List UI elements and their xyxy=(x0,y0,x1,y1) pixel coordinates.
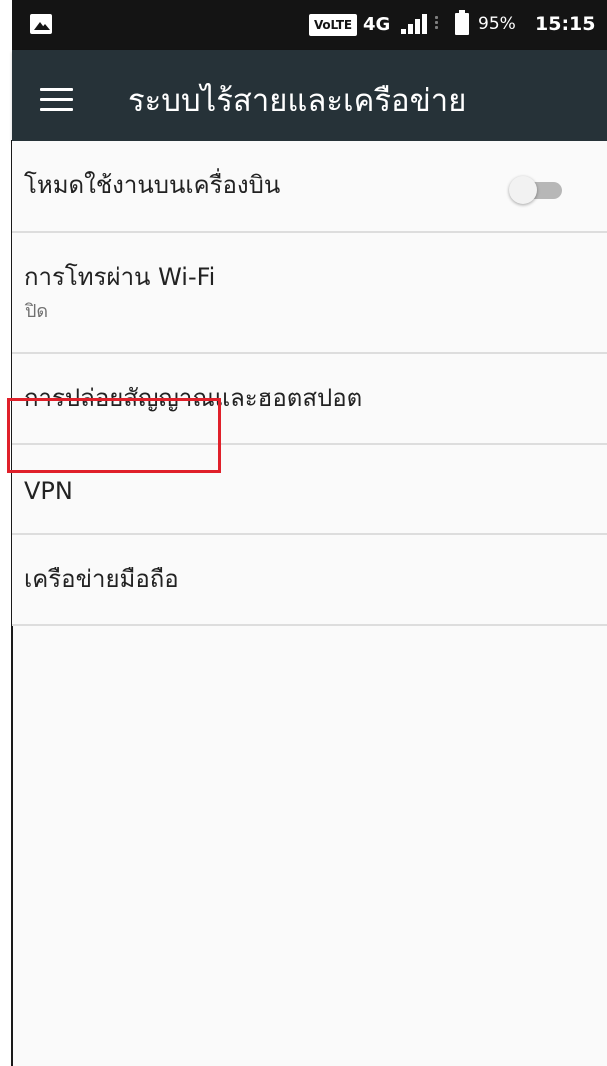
wifi-calling-label: การโทรผ่าน Wi-Fi xyxy=(24,263,216,291)
battery-percentage: 95% xyxy=(478,14,516,34)
android-settings-screen: VoLTE 4G 95% 15:15 ระบบไร้สายและเครือข่า… xyxy=(0,0,607,1066)
app-bar: ระบบไร้สายและเครือข่าย xyxy=(12,50,607,141)
vpn-label: VPN xyxy=(24,477,73,505)
network-type-label: 4G xyxy=(363,14,391,35)
setting-airplane-mode[interactable]: โหมดใช้งานบนเครื่องบิน xyxy=(12,141,607,233)
toggle-thumb xyxy=(509,176,537,204)
left-screen-edge xyxy=(0,0,13,1066)
setting-vpn[interactable]: VPN xyxy=(12,445,607,535)
volte-indicator: VoLTE xyxy=(309,14,357,36)
page-title: ระบบไร้สายและเครือข่าย xyxy=(128,83,467,119)
status-bar: VoLTE 4G 95% 15:15 xyxy=(12,0,607,50)
secondary-signal-icon xyxy=(433,16,441,34)
image-icon xyxy=(30,14,52,34)
wifi-calling-status: ปิด xyxy=(25,301,49,322)
setting-wifi-calling[interactable]: การโทรผ่าน Wi-Fi ปิด xyxy=(12,233,607,354)
status-clock: 15:15 xyxy=(535,13,596,35)
signal-bars-icon xyxy=(401,12,429,36)
airplane-mode-label: โหมดใช้งานบนเครื่องบิน xyxy=(24,171,281,199)
setting-tethering-hotspot[interactable]: การปล่อยสัญญาณและฮอตสปอต xyxy=(12,354,607,445)
hamburger-menu-icon[interactable] xyxy=(40,88,74,112)
setting-mobile-network[interactable]: เครือข่ายมือถือ xyxy=(12,535,607,626)
airplane-mode-toggle[interactable] xyxy=(509,176,565,204)
wireless-network-settings-list: โหมดใช้งานบนเครื่องบิน การโทรผ่าน Wi-Fi … xyxy=(12,141,607,626)
tethering-hotspot-label: การปล่อยสัญญาณและฮอตสปอต xyxy=(24,384,363,412)
mobile-network-label: เครือข่ายมือถือ xyxy=(24,565,179,593)
battery-icon xyxy=(455,10,469,35)
